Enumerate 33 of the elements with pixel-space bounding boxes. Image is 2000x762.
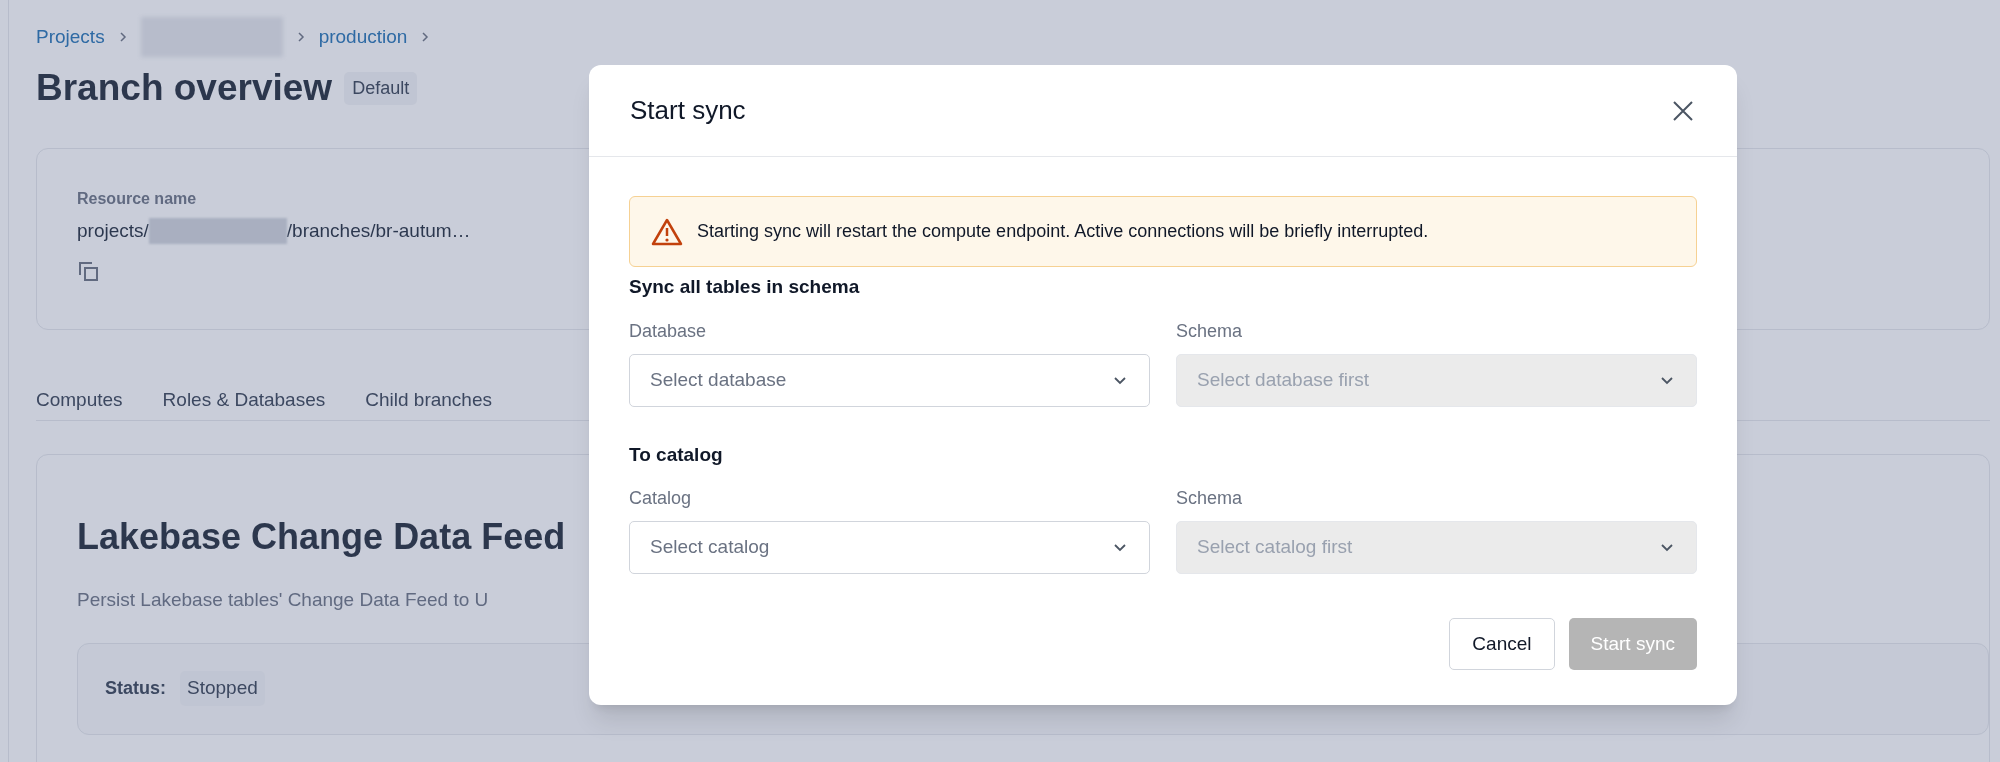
- dialog-title: Start sync: [630, 94, 746, 127]
- section-title: Lakebase Change Data Feed: [77, 515, 566, 559]
- chevron-icon: [421, 31, 430, 43]
- section-description: Persist Lakebase tables' Change Data Feed to U: [77, 588, 489, 612]
- close-icon: [1672, 99, 1694, 122]
- chevron-down-icon: [1113, 375, 1127, 385]
- field-label: Schema: [1176, 487, 1244, 509]
- section-heading: Sync all tables in schema: [629, 275, 861, 299]
- field-label: Schema: [1176, 319, 1244, 342]
- field-label: Database: [629, 319, 708, 342]
- status-label: Status:: [105, 677, 166, 700]
- field-label: Catalog: [629, 487, 693, 509]
- copy-icon[interactable]: [77, 259, 101, 284]
- chevron-icon: [296, 31, 305, 43]
- section-heading: To catalog: [629, 442, 724, 467]
- branch-badge: Default: [344, 71, 418, 105]
- select-field[interactable]: Select catalog: [629, 521, 1150, 574]
- status-badge: Stopped: [180, 671, 265, 706]
- select-field[interactable]: Select database: [629, 353, 1150, 407]
- breadcrumb-link[interactable]: Projects: [36, 22, 105, 52]
- warning-message: Starting sync will restart the compute endpoint. Active connections will be briefly interrupted.: [697, 220, 1429, 243]
- breadcrumb-link[interactable]: production: [318, 22, 408, 52]
- chevron-down-icon: [1660, 543, 1674, 552]
- chevron-down-icon: [1113, 543, 1127, 552]
- cancel-button[interactable]: Cancel: [1449, 618, 1555, 670]
- warning-icon: [651, 217, 683, 246]
- tab[interactable]: Roles & Databases: [162, 385, 326, 415]
- field-label: Resource name: [77, 189, 198, 209]
- tab[interactable]: Computes: [36, 385, 123, 415]
- chevron-icon: [118, 31, 127, 43]
- chevron-down-icon: [1660, 375, 1674, 385]
- page-title: Branch overview: [36, 66, 333, 111]
- tab[interactable]: Child branches: [365, 385, 492, 415]
